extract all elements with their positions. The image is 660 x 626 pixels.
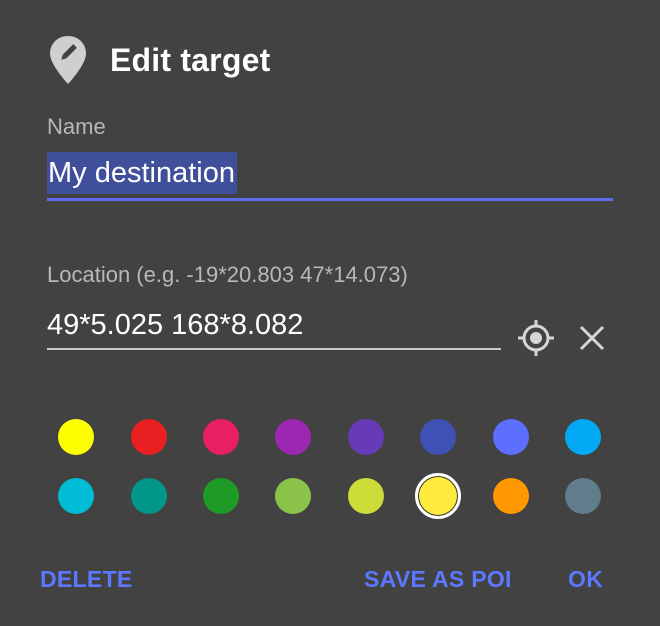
color-swatch[interactable] bbox=[275, 478, 311, 514]
edit-target-dialog: Edit target Name My destination Location… bbox=[0, 0, 660, 626]
close-icon bbox=[579, 325, 605, 351]
dialog-title: Edit target bbox=[110, 41, 271, 78]
color-swatch[interactable] bbox=[493, 419, 529, 455]
name-input-value[interactable]: My destination bbox=[47, 152, 237, 194]
color-swatch[interactable] bbox=[203, 419, 239, 455]
color-swatch[interactable] bbox=[565, 419, 601, 455]
color-swatch[interactable] bbox=[203, 478, 239, 514]
color-swatch[interactable] bbox=[131, 419, 167, 455]
save-as-poi-button[interactable]: SAVE AS POI bbox=[364, 566, 512, 593]
gps-locate-button[interactable] bbox=[514, 316, 558, 360]
map-pin-edit-icon bbox=[50, 36, 86, 84]
color-swatch-selected[interactable] bbox=[415, 473, 461, 519]
clear-location-button[interactable] bbox=[572, 318, 612, 358]
color-swatch[interactable] bbox=[348, 419, 384, 455]
ok-button[interactable]: OK bbox=[568, 566, 603, 593]
name-input[interactable]: My destination bbox=[47, 152, 613, 201]
name-label: Name bbox=[47, 114, 106, 139]
location-label: Location (e.g. -19*20.803 47*14.073) bbox=[47, 262, 408, 287]
location-input-value[interactable]: 49*5.025 168*8.082 bbox=[47, 309, 303, 341]
color-swatch[interactable] bbox=[275, 419, 311, 455]
gps-locate-icon bbox=[518, 320, 554, 356]
color-swatch[interactable] bbox=[420, 419, 456, 455]
location-input[interactable]: 49*5.025 168*8.082 bbox=[47, 306, 501, 350]
color-swatch[interactable] bbox=[131, 478, 167, 514]
color-swatch[interactable] bbox=[58, 478, 94, 514]
dialog-title-row: Edit target bbox=[48, 30, 270, 90]
color-swatch[interactable] bbox=[58, 419, 94, 455]
delete-button[interactable]: DELETE bbox=[40, 566, 133, 593]
color-swatch[interactable] bbox=[348, 478, 384, 514]
color-swatch[interactable] bbox=[493, 478, 529, 514]
color-swatch[interactable] bbox=[565, 478, 601, 514]
